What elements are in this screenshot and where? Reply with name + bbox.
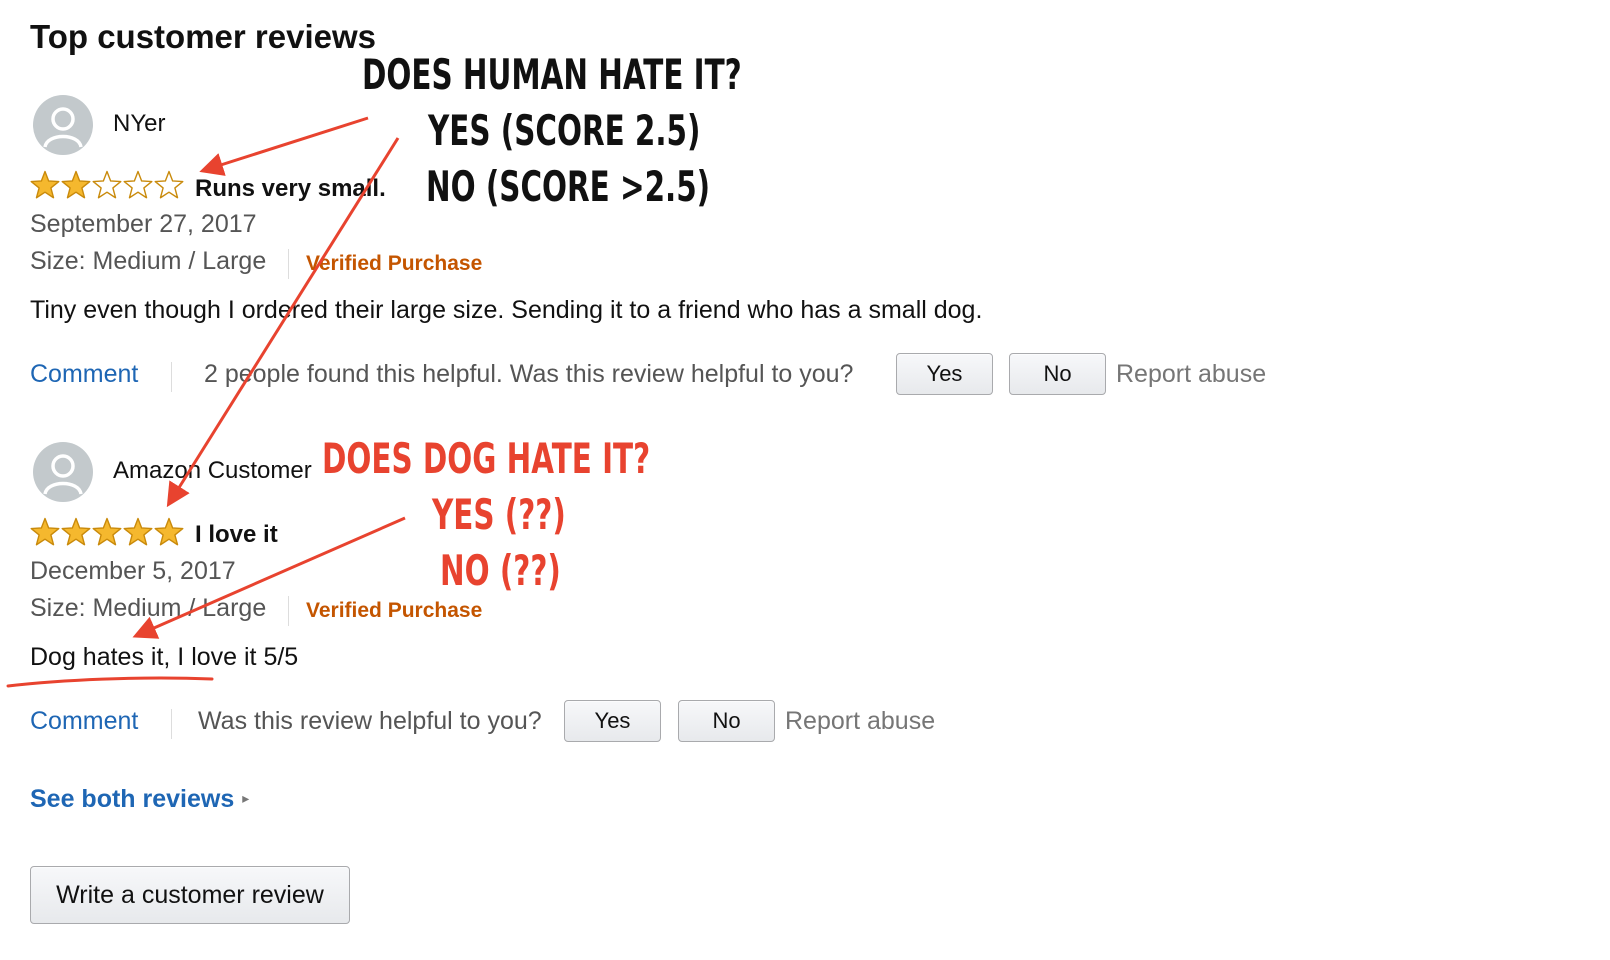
- annotation-human-question: DOES HUMAN HATE IT?: [362, 50, 742, 99]
- helpful-text: Was this review helpful to you?: [198, 707, 542, 735]
- action-divider: [171, 709, 172, 739]
- review-title[interactable]: I love it: [195, 521, 278, 549]
- annotation-dog-yes: YES (??): [432, 490, 566, 539]
- helpful-no-button[interactable]: No: [1009, 353, 1106, 395]
- annotation-dog-question: DOES DOG HATE IT?: [322, 434, 651, 483]
- star-filled-icon: [154, 517, 184, 546]
- review-size[interactable]: Size: Medium / Large: [30, 247, 266, 276]
- star-empty-icon: [154, 170, 184, 199]
- report-abuse-link[interactable]: Report abuse: [785, 707, 935, 736]
- section-heading: Top customer reviews: [30, 18, 377, 55]
- write-review-button[interactable]: Write a customer review: [30, 866, 350, 924]
- verified-purchase-badge: Verified Purchase: [306, 252, 483, 275]
- helpful-yes-button[interactable]: Yes: [896, 353, 993, 395]
- helpful-text: 2 people found this helpful. Was this re…: [204, 360, 854, 388]
- caret-right-icon: ▸: [242, 790, 250, 806]
- reviewer-name[interactable]: NYer: [113, 110, 165, 138]
- report-abuse-link[interactable]: Report abuse: [1116, 360, 1266, 389]
- star-filled-icon: [61, 517, 91, 546]
- review-date: September 27, 2017: [30, 210, 257, 238]
- see-both-reviews-label[interactable]: See both reviews: [30, 785, 234, 813]
- review-date: December 5, 2017: [30, 557, 236, 585]
- star-rating[interactable]: [30, 517, 189, 549]
- underline-mark: [6, 676, 214, 688]
- star-filled-icon: [30, 170, 60, 199]
- star-filled-icon: [123, 517, 153, 546]
- reviewer-avatar-icon: [33, 442, 93, 502]
- meta-divider: [288, 249, 289, 279]
- review-title[interactable]: Runs very small.: [195, 175, 386, 203]
- star-filled-icon: [92, 517, 122, 546]
- star-empty-icon: [123, 170, 153, 199]
- helpful-no-button[interactable]: No: [678, 700, 775, 742]
- star-filled-icon: [61, 170, 91, 199]
- reviewer-name[interactable]: Amazon Customer: [113, 457, 312, 485]
- star-rating[interactable]: [30, 170, 189, 202]
- arrow-human-to-rating-1: [199, 116, 369, 176]
- comment-link[interactable]: Comment: [30, 707, 138, 736]
- meta-divider: [288, 596, 289, 626]
- review-body: Tiny even though I ordered their large s…: [30, 296, 983, 324]
- action-divider: [171, 362, 172, 392]
- see-both-reviews-link[interactable]: See both reviews ▸: [30, 785, 249, 814]
- annotation-human-yes: YES (SCORE 2.5): [428, 106, 701, 155]
- comment-link[interactable]: Comment: [30, 360, 138, 389]
- annotation-dog-no: NO (??): [440, 546, 561, 595]
- review-size[interactable]: Size: Medium / Large: [30, 594, 266, 623]
- star-filled-icon: [30, 517, 60, 546]
- reviewer-avatar-icon: [33, 95, 93, 155]
- star-empty-icon: [92, 170, 122, 199]
- helpful-yes-button[interactable]: Yes: [564, 700, 661, 742]
- annotation-human-no: NO (SCORE >2.5): [426, 162, 711, 211]
- review-body: Dog hates it, I love it 5/5: [30, 643, 299, 671]
- verified-purchase-badge: Verified Purchase: [306, 599, 483, 622]
